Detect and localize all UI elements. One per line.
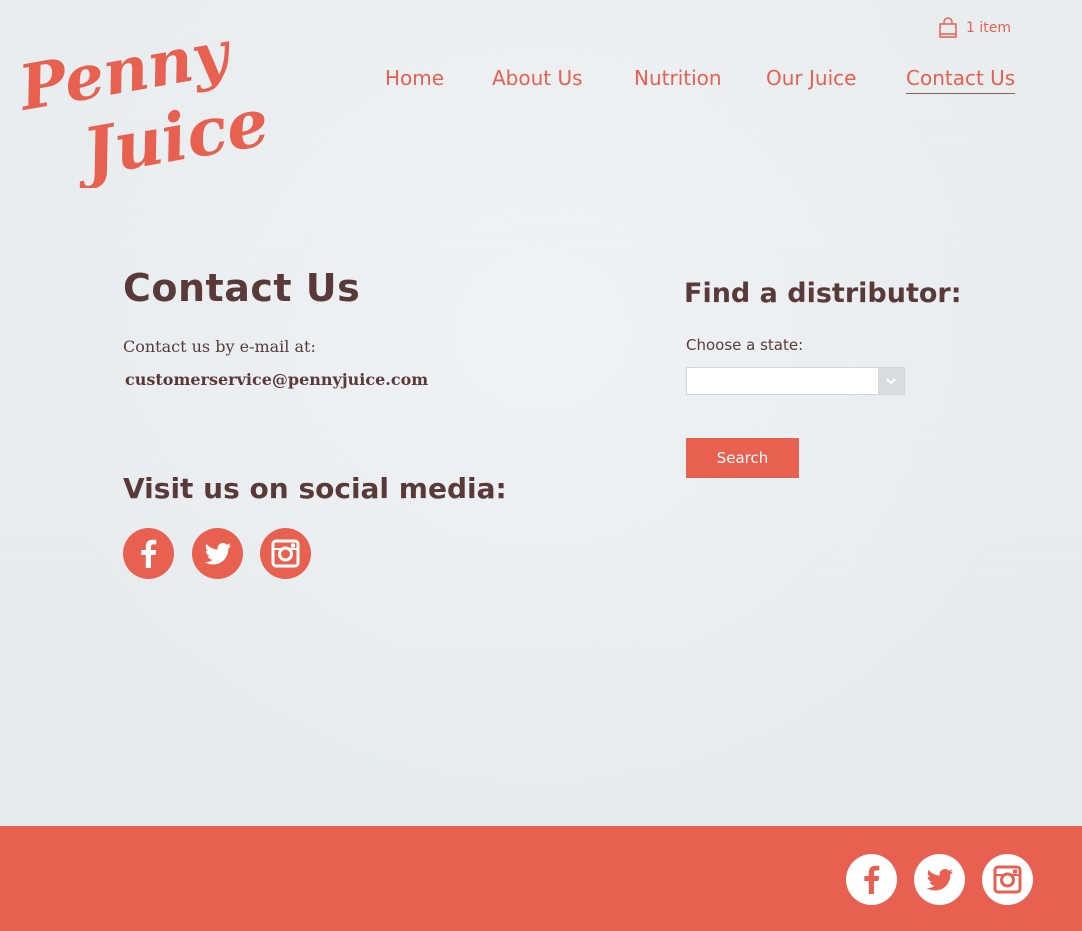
chevron-down-icon[interactable]	[878, 368, 904, 394]
state-select[interactable]	[686, 367, 905, 395]
facebook-icon[interactable]	[846, 854, 897, 905]
cart-count-label: 1 item	[966, 20, 1011, 36]
cart-link[interactable]: 1 item	[938, 17, 1011, 39]
social-media-links	[123, 528, 323, 580]
nav-item-contact-us[interactable]: Contact Us	[906, 66, 1016, 94]
find-distributor-heading: Find a distributor:	[684, 278, 962, 309]
nav-item-nutrition[interactable]: Nutrition	[634, 66, 722, 93]
nav-item-home[interactable]: Home	[385, 66, 444, 93]
instagram-icon[interactable]	[982, 854, 1033, 905]
main-navigation: Home About Us Nutrition Our Juice Contac…	[0, 66, 1082, 106]
social-media-heading: Visit us on social media:	[123, 472, 507, 505]
nav-item-our-juice[interactable]: Our Juice	[766, 66, 856, 93]
instagram-icon[interactable]	[260, 528, 311, 579]
penny-juice-logo[interactable]: Penny Juice	[22, 32, 302, 188]
twitter-icon[interactable]	[192, 528, 243, 579]
twitter-icon[interactable]	[914, 854, 965, 905]
state-select-label: Choose a state:	[686, 336, 804, 354]
footer	[0, 826, 1082, 931]
email-link[interactable]: customerservice@pennyjuice.com	[125, 370, 428, 389]
page-title: Contact Us	[123, 266, 361, 310]
contact-intro-text: Contact us by e-mail at:	[123, 337, 316, 356]
shopping-bag-icon	[939, 17, 957, 38]
nav-item-about-us[interactable]: About Us	[492, 66, 583, 93]
search-button[interactable]: Search	[686, 438, 799, 478]
facebook-icon[interactable]	[123, 528, 174, 579]
